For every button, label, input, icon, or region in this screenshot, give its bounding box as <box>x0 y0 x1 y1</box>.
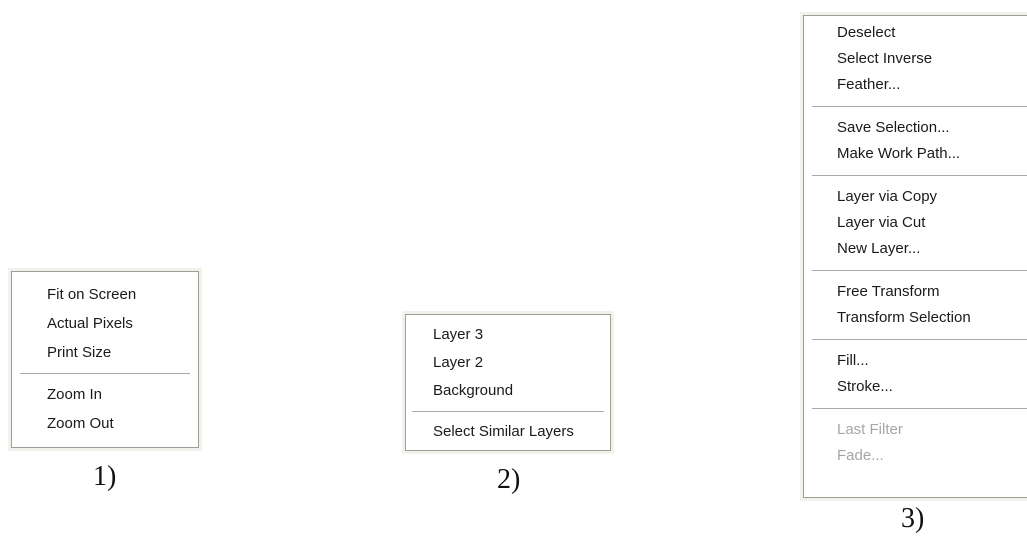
context-menu-view: Fit on Screen Actual Pixels Print Size Zoom… <box>8 268 202 451</box>
menu-item-fill[interactable]: Fill... <box>804 348 1027 374</box>
menu-item-zoom-out[interactable]: Zoom Out <box>12 409 198 438</box>
menu-item-new-layer[interactable]: New Layer... <box>804 236 1027 262</box>
menu-separator <box>812 339 1027 340</box>
menu-item-deselect[interactable]: Deselect <box>804 20 1027 46</box>
menu-separator <box>812 270 1027 271</box>
menu-item-feather[interactable]: Feather... <box>804 72 1027 98</box>
menu-item-print-size[interactable]: Print Size <box>12 338 198 367</box>
menu-caption-1: 1) <box>93 461 117 492</box>
menu-item-layer-via-cut[interactable]: Layer via Cut <box>804 210 1027 236</box>
menu-separator <box>812 175 1027 176</box>
menu-panel: Deselect Select Inverse Feather... Save Sel… <box>803 15 1027 498</box>
menu-item-select-similar-layers[interactable]: Select Similar Layers <box>406 418 610 446</box>
menu-item-select-inverse[interactable]: Select Inverse <box>804 46 1027 72</box>
menu-item-layer-3[interactable]: Layer 3 <box>406 321 610 349</box>
menu-item-layer-2[interactable]: Layer 2 <box>406 349 610 377</box>
menu-item-stroke[interactable]: Stroke... <box>804 374 1027 400</box>
menu-separator <box>20 373 190 374</box>
menu-item-transform-selection[interactable]: Transform Selection <box>804 305 1027 331</box>
menu-item-make-work-path[interactable]: Make Work Path... <box>804 141 1027 167</box>
menu-separator <box>812 106 1027 107</box>
context-menu-layers: Layer 3 Layer 2 Background Select Similar L… <box>402 311 614 454</box>
menu-item-zoom-in[interactable]: Zoom In <box>12 380 198 409</box>
menu-caption-2: 2) <box>497 464 521 495</box>
menu-item-background[interactable]: Background <box>406 377 610 405</box>
menu-item-last-filter: Last Filter <box>837 421 903 438</box>
menu-item-fade: Fade... <box>837 447 884 464</box>
menu-panel: Fit on Screen Actual Pixels Print Size Zoom… <box>11 271 199 448</box>
menu-separator <box>412 411 604 412</box>
menu-item-layer-via-copy[interactable]: Layer via Copy <box>804 184 1027 210</box>
menu-item-actual-pixels[interactable]: Actual Pixels <box>12 309 198 338</box>
menu-item-save-selection[interactable]: Save Selection... <box>804 115 1027 141</box>
context-menu-selection: Deselect Select Inverse Feather... Save Sel… <box>800 12 1027 501</box>
menu-separator <box>812 408 1027 409</box>
menu-caption-3: 3) <box>901 503 925 534</box>
menu-item-fit-on-screen[interactable]: Fit on Screen <box>12 280 198 309</box>
menu-item-free-transform[interactable]: Free Transform <box>804 279 1027 305</box>
menu-panel: Layer 3 Layer 2 Background Select Similar L… <box>405 314 611 451</box>
